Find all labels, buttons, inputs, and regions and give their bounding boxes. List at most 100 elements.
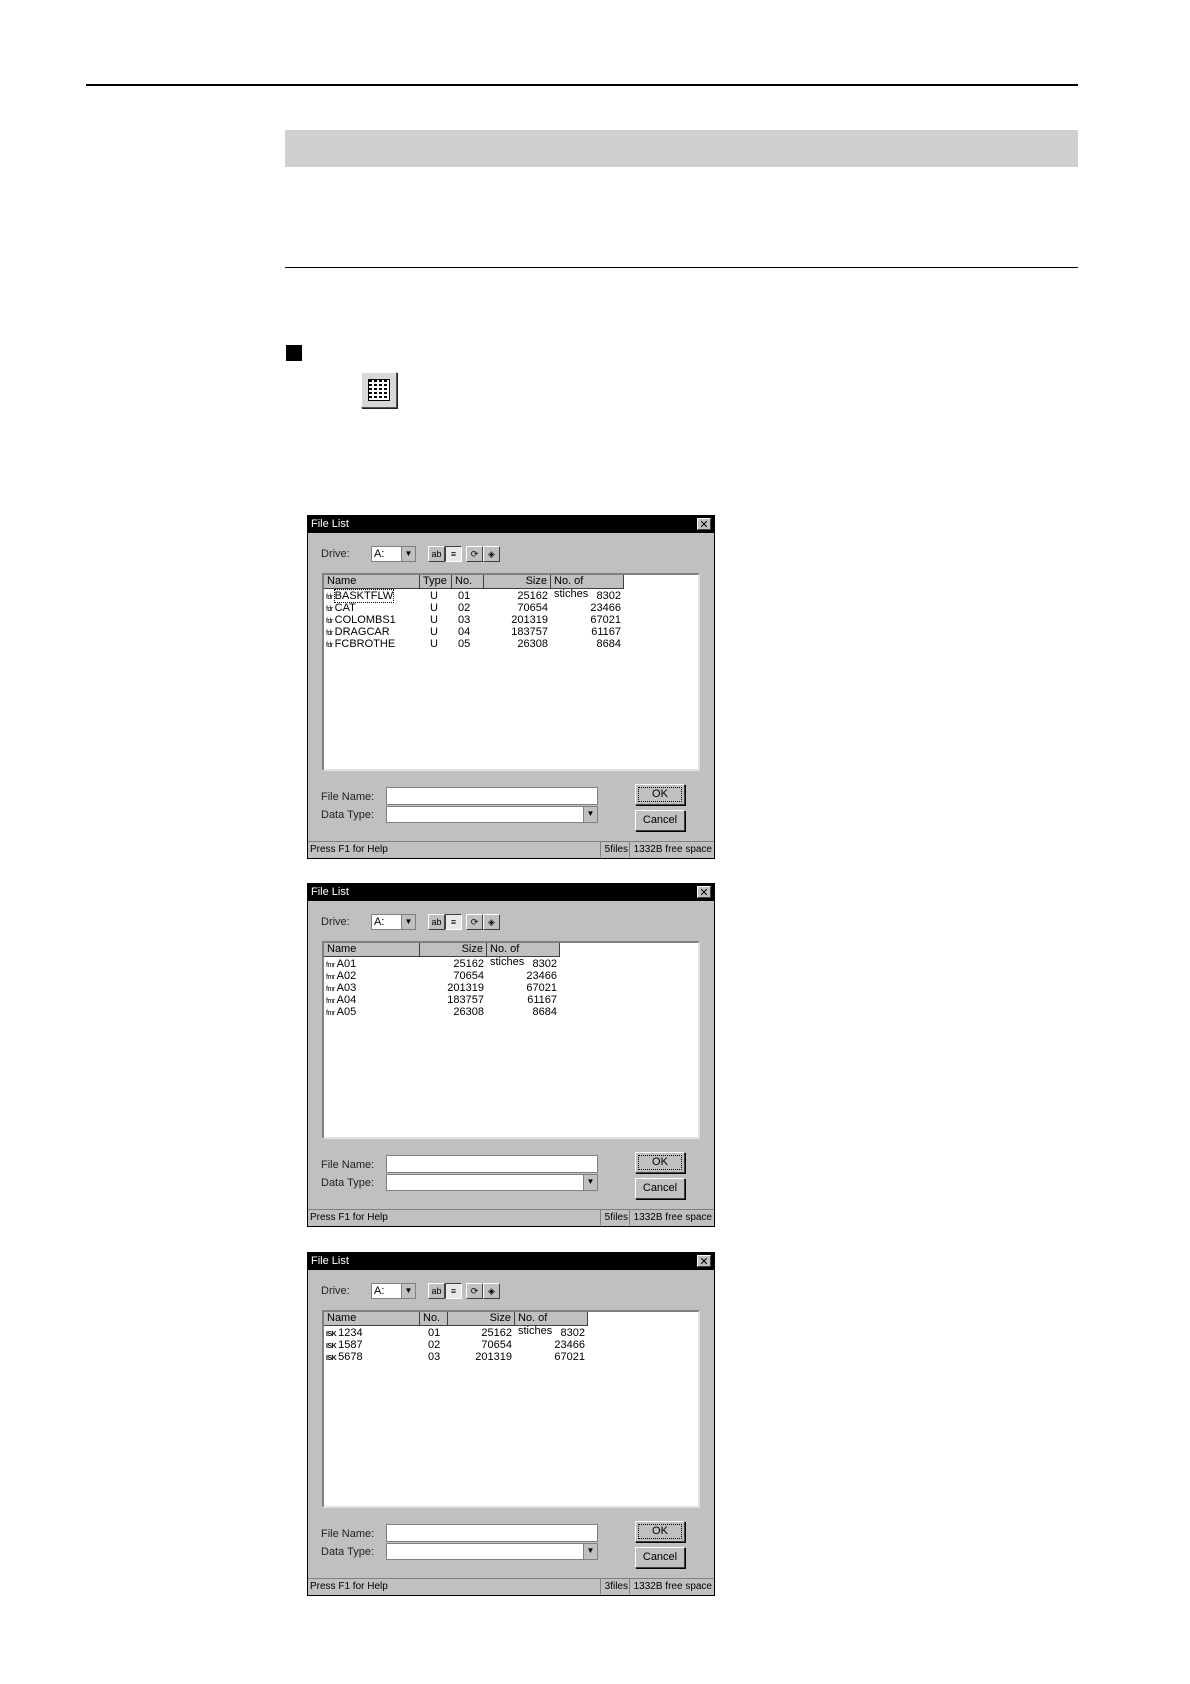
disk-icon[interactable]: ◈: [483, 1283, 500, 1299]
col-header-stitches[interactable]: No. of stiches: [551, 575, 624, 600]
cancel-button[interactable]: Cancel: [635, 810, 685, 831]
status-help: Press F1 for Help: [310, 1581, 388, 1592]
status-files: 5files: [599, 842, 628, 857]
detail-view-icon[interactable]: ≡: [445, 546, 462, 562]
close-icon[interactable]: ✕: [697, 886, 711, 899]
file-stitches: 61167: [527, 994, 557, 1006]
sort-icon[interactable]: ab: [428, 546, 445, 562]
col-header-type[interactable]: Type: [420, 575, 452, 589]
close-icon[interactable]: ✕: [697, 518, 711, 531]
file-name-input[interactable]: [386, 1155, 598, 1173]
file-stitches: 67021: [526, 982, 557, 994]
file-no: 02: [428, 1339, 441, 1351]
data-type-select[interactable]: ▼: [386, 1174, 598, 1191]
refresh-icon[interactable]: ⟳: [466, 914, 483, 930]
col-header-size[interactable]: Size: [484, 575, 551, 589]
data-type-select[interactable]: ▼: [386, 1543, 598, 1560]
file-no: 03: [428, 1351, 441, 1363]
drive-select[interactable]: A: ▼: [371, 914, 416, 930]
file-list-window-2: File List ✕ Drive: A: ▼ ab ≡ ⟳ ◈ Name Si…: [307, 883, 715, 1227]
status-help: Press F1 for Help: [310, 1212, 388, 1223]
stitch-file-icon: ISK: [326, 1355, 337, 1362]
file-name: A04: [336, 994, 357, 1006]
drive-label: Drive:: [321, 1285, 350, 1297]
file-name-label: File Name:: [321, 1159, 375, 1171]
file-no: 01: [458, 590, 471, 602]
file-size: 70654: [481, 1339, 512, 1351]
folder-icon: fdr: [326, 606, 333, 613]
folder-icon: fdr: [326, 630, 333, 637]
file-no: 03: [458, 614, 471, 626]
close-icon[interactable]: ✕: [697, 1255, 711, 1268]
stitch-file-icon: ISK: [326, 1343, 337, 1350]
chevron-down-icon: ▼: [401, 915, 415, 929]
folder-icon: fdr: [326, 618, 333, 625]
detail-view-icon[interactable]: ≡: [445, 914, 462, 930]
col-header-stitches[interactable]: No. of stiches: [487, 943, 560, 968]
file-name-input[interactable]: [386, 1524, 598, 1542]
file-stitches: 23466: [590, 602, 621, 614]
file-listbox[interactable]: Name Size No. of stiches fmr A01 25162 83…: [322, 941, 700, 1139]
refresh-icon[interactable]: ⟳: [466, 546, 483, 562]
chevron-down-icon: ▼: [401, 547, 415, 561]
col-header-no[interactable]: No.: [452, 575, 484, 589]
disk-icon[interactable]: ◈: [483, 914, 500, 930]
file-icon: fmr: [326, 974, 335, 981]
file-stitches: 67021: [554, 1351, 585, 1363]
file-name: COLOMBS1: [334, 614, 396, 626]
file-icon: fmr: [326, 998, 335, 1005]
col-header-name[interactable]: Name: [324, 575, 420, 589]
cancel-button[interactable]: Cancel: [635, 1547, 685, 1568]
file-name: A05: [336, 1006, 357, 1018]
file-no: 04: [458, 626, 471, 638]
col-header-name[interactable]: Name: [324, 1312, 420, 1326]
file-list-window-1: File List ✕ Drive: A: ▼ ab ≡ ⟳ ◈ Name Ty…: [307, 515, 715, 859]
file-listbox[interactable]: Name No. Size No. of stiches ISK 1234 01 …: [322, 1310, 700, 1508]
ok-button[interactable]: OK: [635, 1152, 685, 1173]
file-type: U: [430, 638, 438, 650]
file-name: A03: [336, 982, 357, 994]
ok-button[interactable]: OK: [635, 1521, 685, 1542]
file-name-input[interactable]: [386, 787, 598, 805]
file-size: 25162: [481, 1327, 512, 1339]
drive-select[interactable]: A: ▼: [371, 1283, 416, 1299]
col-header-stitches[interactable]: No. of stiches: [515, 1312, 588, 1337]
ok-button[interactable]: OK: [635, 784, 685, 805]
status-bar: Press F1 for Help 5files 1332B free spac…: [308, 1209, 714, 1226]
file-stitches: 8302: [532, 958, 557, 970]
file-list-toolbar-icon[interactable]: [361, 372, 397, 408]
title-bar: File List ✕: [308, 516, 714, 533]
detail-view-icon[interactable]: ≡: [445, 1283, 462, 1299]
chevron-down-icon: ▼: [401, 1284, 415, 1298]
file-list-window-3: File List ✕ Drive: A: ▼ ab ≡ ⟳ ◈ Name No…: [307, 1252, 715, 1596]
file-size: 25162: [517, 590, 548, 602]
disk-icon[interactable]: ◈: [483, 546, 500, 562]
file-stitches: 8302: [596, 590, 621, 602]
window-title: File List: [311, 886, 349, 898]
drive-select[interactable]: A: ▼: [371, 546, 416, 562]
file-size: 201319: [511, 614, 548, 626]
file-size: 26308: [453, 1006, 484, 1018]
file-no: 05: [458, 638, 471, 650]
cancel-button[interactable]: Cancel: [635, 1178, 685, 1199]
title-bar: File List ✕: [308, 884, 714, 901]
status-space: 1332B free space: [628, 842, 712, 857]
drive-value: A:: [374, 1285, 385, 1297]
sort-icon[interactable]: ab: [428, 1283, 445, 1299]
col-header-size[interactable]: Size: [420, 943, 487, 957]
section-rule: [285, 267, 1078, 268]
file-size: 183757: [511, 626, 548, 638]
data-type-select[interactable]: ▼: [386, 806, 598, 823]
file-listbox[interactable]: Name Type No. Size No. of stiches fdr BAS…: [322, 573, 700, 771]
file-size: 70654: [517, 602, 548, 614]
title-bar: File List ✕: [308, 1253, 714, 1270]
col-header-size[interactable]: Size: [448, 1312, 515, 1326]
refresh-icon[interactable]: ⟳: [466, 1283, 483, 1299]
col-header-no[interactable]: No.: [420, 1312, 448, 1326]
col-header-name[interactable]: Name: [324, 943, 420, 957]
drive-label: Drive:: [321, 548, 350, 560]
data-type-label: Data Type:: [321, 1177, 374, 1189]
folder-icon: fdr: [326, 642, 333, 649]
sort-icon[interactable]: ab: [428, 914, 445, 930]
file-type: U: [430, 590, 438, 602]
